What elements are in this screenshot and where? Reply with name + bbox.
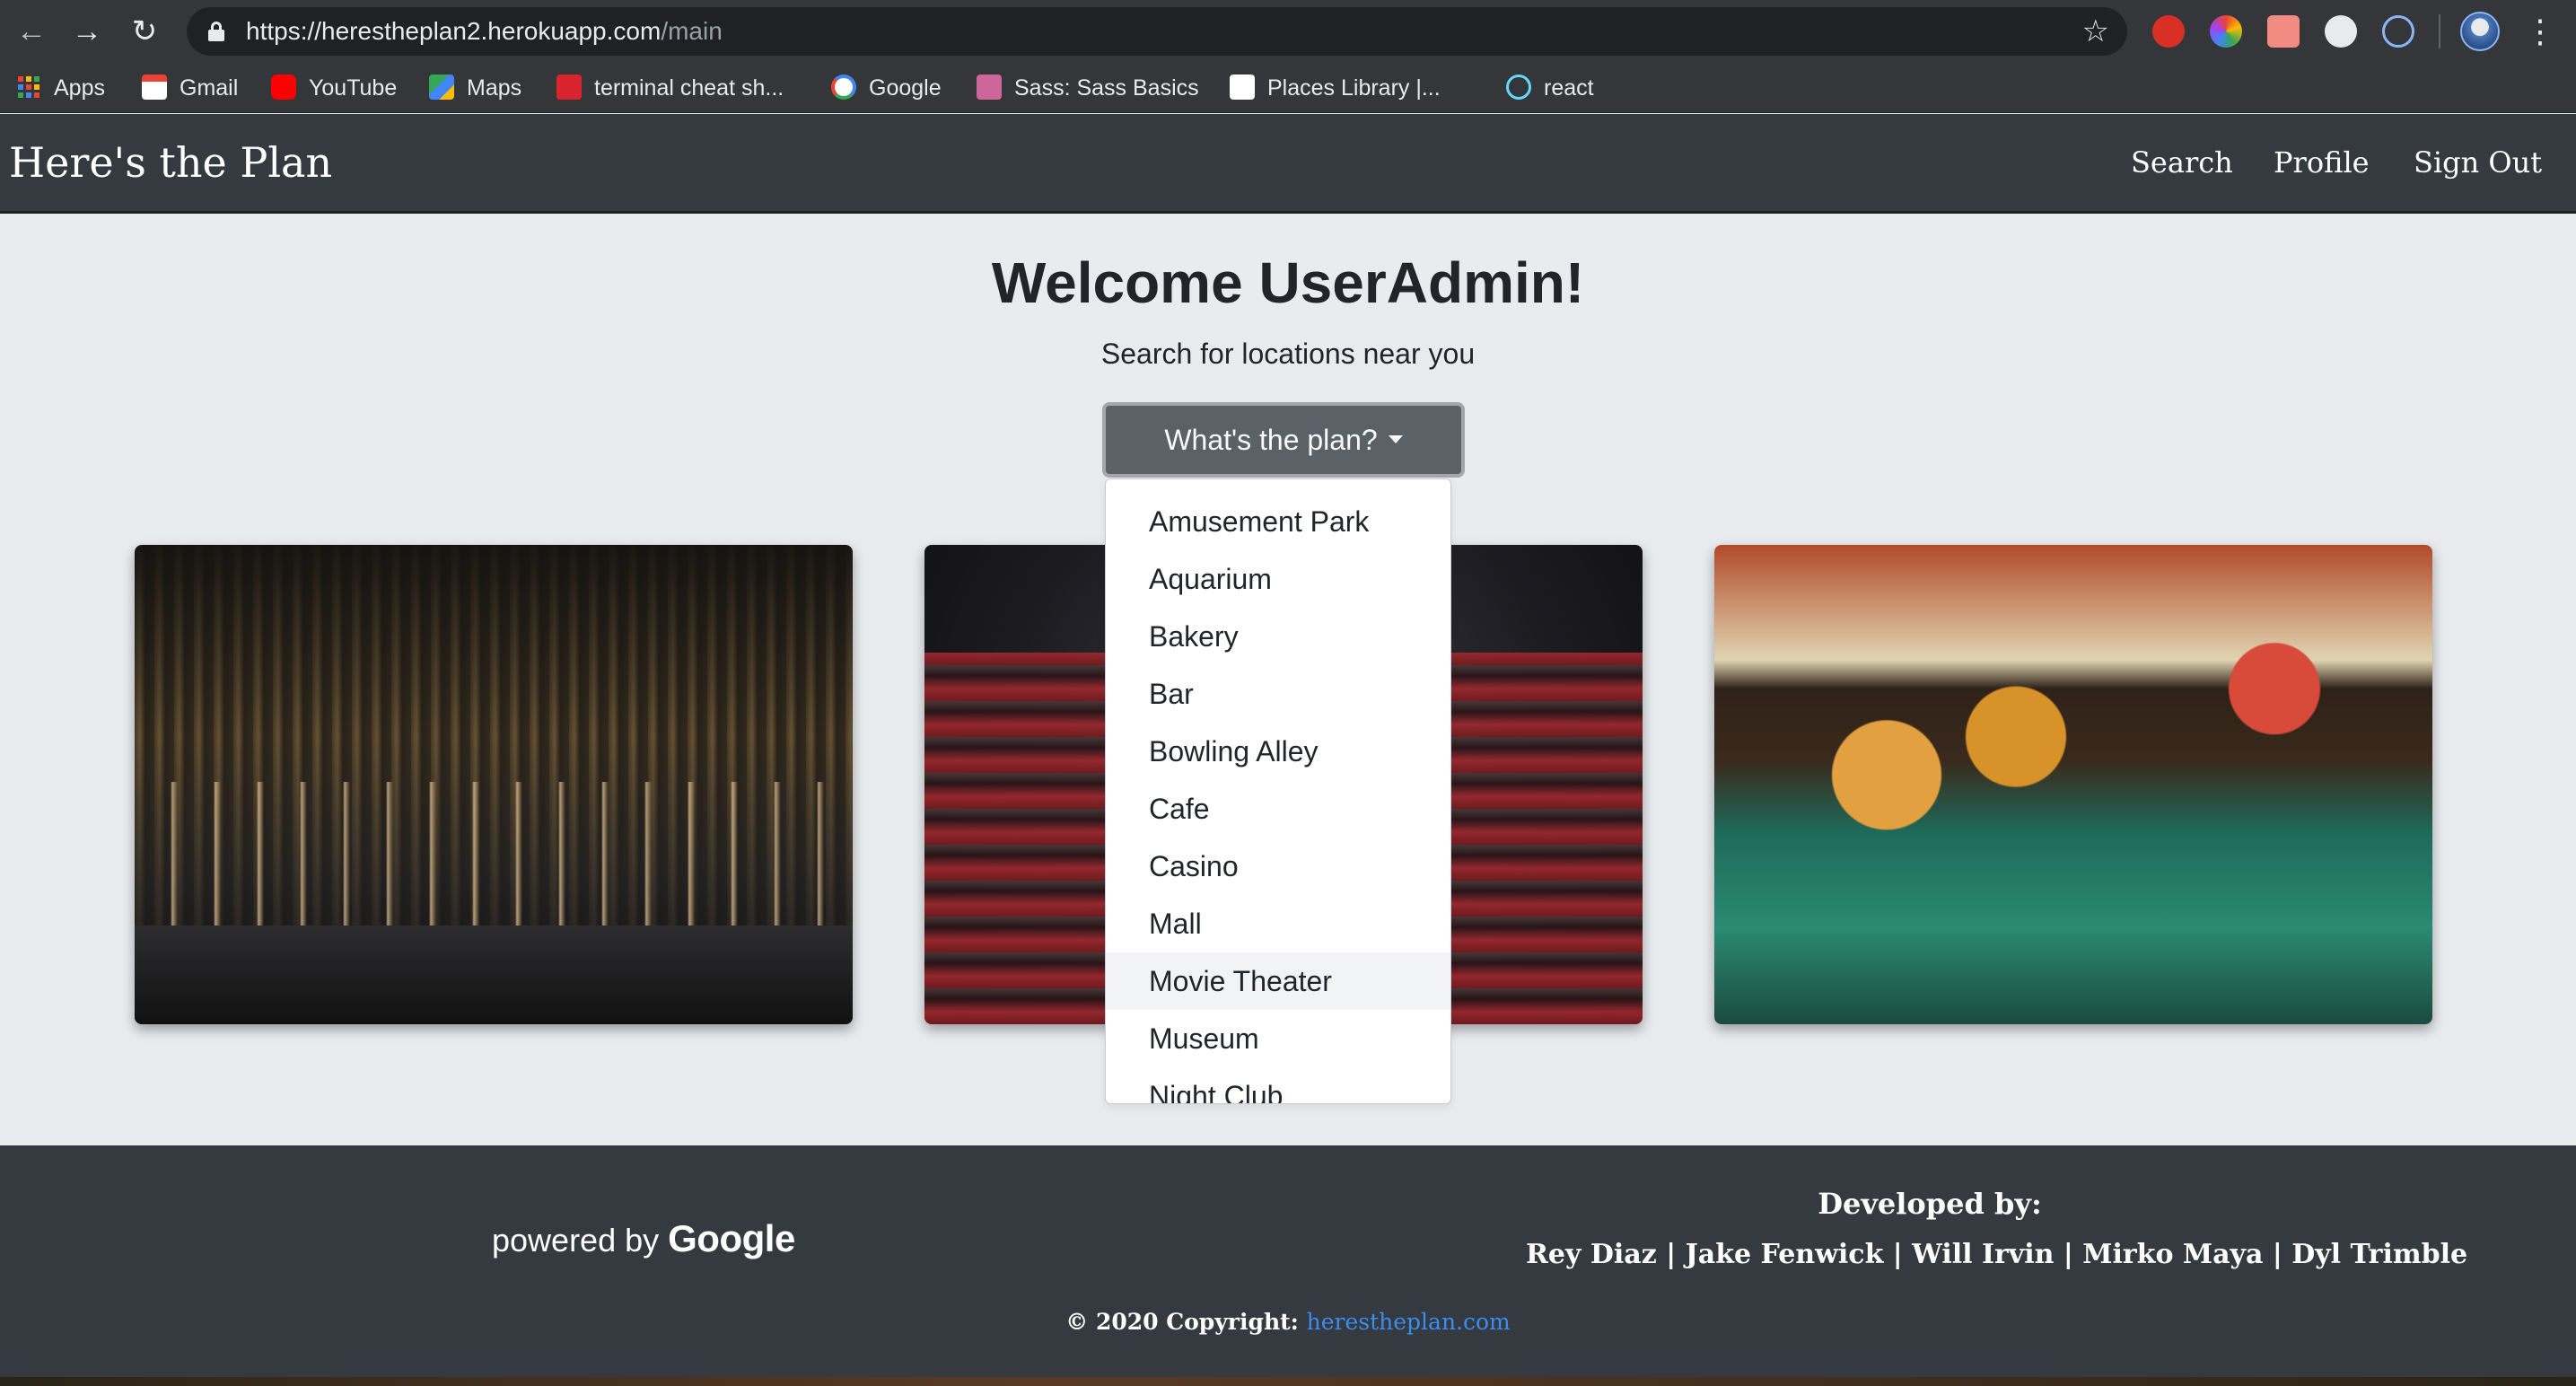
url-host: https://herestheplan2.herokuapp.com (246, 17, 662, 45)
toolbar-divider (2439, 14, 2440, 48)
powered-by-text: powered by (492, 1222, 660, 1259)
bookmark-terminal-cheat-sheet[interactable]: terminal cheat sh... (556, 63, 784, 113)
extension-adblock-icon[interactable] (2152, 15, 2185, 48)
terminal-icon (556, 75, 582, 101)
developed-by-heading: Developed by: (1818, 1187, 2042, 1221)
google-icon (831, 75, 856, 101)
search-subtitle: Search for locations near you (1100, 338, 1476, 370)
extension-recorder-icon[interactable] (2267, 15, 2300, 48)
site-navbar: Here's the Plan Search Profile Sign Out (0, 114, 2576, 214)
plan-dropdown-button[interactable]: What's the plan? (1102, 402, 1465, 478)
caret-down-icon (1388, 435, 1403, 444)
plan-dropdown-label: What's the plan? (1164, 424, 1378, 456)
dropdown-item[interactable]: Museum (1106, 1010, 1450, 1067)
restaurant-photo (135, 545, 853, 1024)
dropdown-item[interactable]: Bar (1106, 665, 1450, 723)
extension-colorpick-icon[interactable] (2210, 15, 2242, 48)
bar-friends-photo (1714, 545, 2432, 1024)
places-icon (1230, 75, 1255, 101)
copyright-line: © 2020 Copyright: herestheplan.com (0, 1309, 2576, 1335)
extension-react-devtools-icon[interactable] (2382, 15, 2414, 48)
copyright-text: © 2020 Copyright: (1065, 1309, 1299, 1335)
youtube-icon (271, 75, 296, 101)
url-path: /main (661, 17, 723, 45)
copyright-link[interactable]: herestheplan.com (1307, 1309, 1511, 1335)
bookmark-label: Google (869, 75, 942, 101)
bookmark-places-library[interactable]: Places Library |... (1230, 63, 1441, 113)
bookmark-label: Apps (54, 75, 105, 101)
apps-grid-icon (18, 76, 39, 99)
gmail-icon (142, 75, 167, 101)
page-bottom-edge (0, 1377, 2576, 1386)
bookmark-youtube[interactable]: YouTube (271, 63, 397, 113)
url-text[interactable]: https://herestheplan2.herokuapp.com/main (246, 7, 723, 56)
bookmark-gmail[interactable]: Gmail (142, 63, 238, 113)
bookmark-react[interactable]: react (1506, 63, 1594, 113)
forward-arrow-icon[interactable]: → (68, 13, 106, 50)
bookmark-sass-basics[interactable]: Sass: Sass Basics (977, 63, 1199, 113)
bookmark-label: Gmail (180, 75, 239, 101)
nav-link-profile[interactable]: Profile (2274, 114, 2370, 211)
dropdown-item[interactable]: Mall (1106, 895, 1450, 952)
dropdown-item[interactable]: Bowling Alley (1106, 723, 1450, 780)
dropdown-item-hovered[interactable]: Movie Theater (1106, 952, 1450, 1010)
extension-emoji-icon[interactable] (2325, 15, 2357, 48)
bookmarks-bar: Apps Gmail YouTube Maps terminal cheat s… (0, 63, 2576, 113)
dropdown-item[interactable]: Bakery (1106, 608, 1450, 665)
back-arrow-icon[interactable]: ← (13, 13, 50, 50)
dropdown-item[interactable]: Aquarium (1106, 550, 1450, 608)
google-logo: Google (668, 1217, 795, 1259)
bookmark-label: react (1544, 75, 1594, 101)
lock-icon (208, 22, 224, 41)
bookmark-google[interactable]: Google (831, 63, 942, 113)
bookmark-star-icon[interactable]: ☆ (2082, 7, 2109, 56)
plan-dropdown-menu[interactable]: Amusement Park Aquarium Bakery Bar Bowli… (1105, 478, 1451, 1104)
reload-icon[interactable]: ↻ (126, 13, 163, 50)
bookmark-label: Places Library |... (1267, 75, 1441, 101)
dropdown-item[interactable]: Amusement Park (1106, 493, 1450, 550)
bookmark-label: YouTube (309, 75, 398, 101)
bookmark-label: Maps (467, 75, 522, 101)
dropdown-item[interactable]: Night Club (1106, 1067, 1450, 1103)
address-bar[interactable]: https://herestheplan2.herokuapp.com/main… (187, 7, 2127, 56)
powered-by-google: powered by Google (492, 1217, 795, 1260)
react-icon (1506, 75, 1531, 101)
dropdown-item[interactable]: Casino (1106, 838, 1450, 895)
nav-link-sign-out[interactable]: Sign Out (2414, 114, 2542, 211)
sass-icon (977, 75, 1002, 101)
bookmark-apps[interactable]: Apps (18, 63, 105, 113)
bookmark-label: terminal cheat sh... (594, 75, 784, 101)
developer-names: Rey Diaz | Jake Fenwick | Will Irvin | M… (1526, 1239, 2468, 1270)
bookmark-maps[interactable]: Maps (429, 63, 521, 113)
welcome-heading: Welcome UserAdmin! (991, 250, 1585, 315)
browser-toolbar: ← → ↻ https://herestheplan2.herokuapp.co… (0, 0, 2576, 63)
bookmark-label: Sass: Sass Basics (1014, 75, 1199, 101)
nav-link-search[interactable]: Search (2131, 114, 2233, 211)
profile-avatar-icon[interactable] (2460, 12, 2500, 51)
browser-menu-icon[interactable]: ⋮ (2524, 11, 2556, 52)
maps-icon (429, 75, 454, 101)
dropdown-item[interactable]: Cafe (1106, 780, 1450, 838)
brand-logo[interactable]: Here's the Plan (9, 114, 332, 211)
